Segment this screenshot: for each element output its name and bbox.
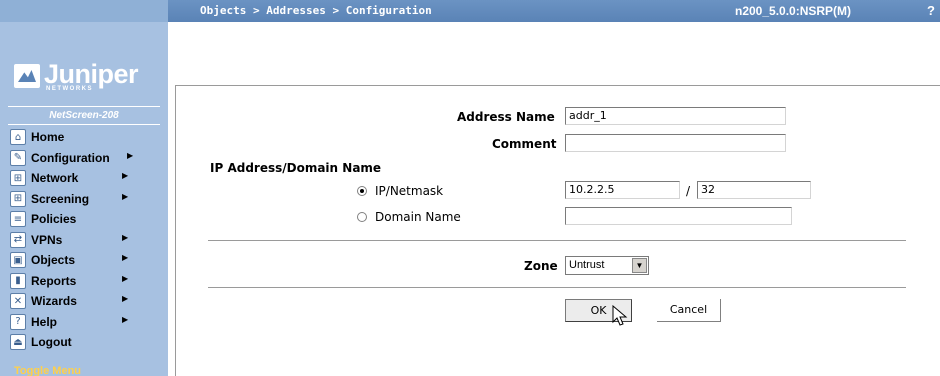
ip-domain-section-label: IP Address/Domain Name xyxy=(210,161,382,175)
sidebar-item-label: Reports xyxy=(31,273,77,288)
policies-icon: ≡ xyxy=(10,211,26,228)
sidebar-item-configuration[interactable]: ✎ Configuration ▶ xyxy=(10,148,160,169)
logout-icon: ⏏ xyxy=(10,334,26,351)
sidebar-item-policies[interactable]: ≡ Policies xyxy=(10,209,160,230)
chevron-right-icon: ▶ xyxy=(122,294,129,303)
sidebar-item-label: Help xyxy=(31,314,58,329)
top-bar-left xyxy=(0,0,168,22)
mouse-pointer-icon xyxy=(612,305,628,326)
ip-address-value: 10.2.2.5 xyxy=(569,183,615,196)
breadcrumb: Objects > Addresses > Configuration xyxy=(200,4,432,17)
sidebar-item-label: Network xyxy=(31,171,79,186)
divider xyxy=(8,124,160,125)
domain-name-input[interactable] xyxy=(565,207,792,225)
address-name-value: addr_1 xyxy=(569,109,607,122)
network-icon: ⊞ xyxy=(10,170,26,187)
netmask-value: 32 xyxy=(701,183,715,196)
domain-name-radio[interactable] xyxy=(357,212,367,222)
sidebar-item-label: Objects xyxy=(31,253,76,268)
help-question-button[interactable]: ? xyxy=(927,3,935,18)
top-bar-main: Objects > Addresses > Configuration n200… xyxy=(168,0,940,22)
sidebar-item-network[interactable]: ⊞ Network ▶ xyxy=(10,168,160,189)
toggle-menu-link[interactable]: Toggle Menu xyxy=(14,365,81,376)
configuration-icon: ✎ xyxy=(10,149,26,166)
screening-icon: ⊞ xyxy=(10,190,26,207)
divider xyxy=(8,106,160,107)
juniper-logo: Juniper NETWORKS xyxy=(14,59,158,96)
address-name-input[interactable]: addr_1 xyxy=(565,107,786,125)
sidebar-item-reports[interactable]: ▮ Reports ▶ xyxy=(10,271,160,292)
divider xyxy=(208,240,906,242)
sidebar-item-label: Policies xyxy=(31,212,77,227)
chevron-down-icon: ▼ xyxy=(632,258,647,273)
version-label: n200_5.0.0:NSRP(M) xyxy=(735,4,852,18)
chevron-right-icon: ▶ xyxy=(122,232,129,242)
sidebar-item-label: Screening xyxy=(31,191,90,206)
comment-input[interactable] xyxy=(565,134,786,152)
wizards-icon: ✕ xyxy=(10,293,26,310)
sidebar: Juniper NETWORKS NetScreen-208 ⌂ Home ✎ … xyxy=(0,22,168,376)
objects-icon: ▣ xyxy=(10,252,26,269)
sidebar-item-help[interactable]: ? Help ▶ xyxy=(10,312,160,333)
netmask-input[interactable]: 32 xyxy=(697,181,811,199)
sidebar-item-label: VPNs xyxy=(31,232,63,247)
divider xyxy=(208,287,906,289)
reports-icon: ▮ xyxy=(10,272,26,289)
vpns-icon: ⇄ xyxy=(10,231,26,248)
sidebar-menu: ⌂ Home ✎ Configuration ▶ ⊞ Network ▶ ⊞ S… xyxy=(10,127,160,353)
sidebar-item-label: Configuration xyxy=(31,150,110,165)
juniper-logo-icon xyxy=(14,64,40,88)
chevron-right-icon: ▶ xyxy=(122,273,129,283)
address-name-label: Address Name xyxy=(457,110,555,124)
sidebar-item-vpns[interactable]: ⇄ VPNs ▶ xyxy=(10,230,160,251)
sidebar-item-logout[interactable]: ⏏ Logout xyxy=(10,332,160,353)
chevron-right-icon: ▶ xyxy=(122,253,129,262)
chevron-right-icon: ▶ xyxy=(122,314,129,324)
ip-address-input[interactable]: 10.2.2.5 xyxy=(565,181,680,199)
chevron-right-icon: ▶ xyxy=(127,150,134,160)
zone-select-value: Untrust xyxy=(569,259,605,271)
device-name: NetScreen-208 xyxy=(49,110,119,121)
sidebar-item-label: Wizards xyxy=(31,294,77,309)
sidebar-item-wizards[interactable]: ✕ Wizards ▶ xyxy=(10,291,160,312)
sidebar-item-label: Logout xyxy=(31,335,72,350)
top-bar: Objects > Addresses > Configuration n200… xyxy=(0,0,940,22)
help-icon: ? xyxy=(10,313,26,330)
ip-netmask-label: IP/Netmask xyxy=(375,184,444,198)
sidebar-item-objects[interactable]: ▣ Objects ▶ xyxy=(10,250,160,271)
sidebar-top xyxy=(0,22,168,56)
zone-label: Zone xyxy=(524,259,558,273)
content-panel xyxy=(175,85,940,376)
netmask-slash: / xyxy=(686,184,691,198)
sidebar-item-home[interactable]: ⌂ Home xyxy=(10,127,160,148)
sidebar-item-screening[interactable]: ⊞ Screening ▶ xyxy=(10,189,160,210)
ip-netmask-radio[interactable] xyxy=(357,186,367,196)
cancel-button[interactable]: Cancel xyxy=(657,299,721,322)
sidebar-item-label: Home xyxy=(31,130,65,145)
zone-select[interactable]: Untrust ▼ xyxy=(565,256,649,275)
logo-subtext: NETWORKS xyxy=(46,86,93,92)
domain-name-label: Domain Name xyxy=(375,210,461,224)
chevron-right-icon: ▶ xyxy=(122,171,129,180)
comment-label: Comment xyxy=(492,137,557,151)
home-icon: ⌂ xyxy=(10,129,26,146)
chevron-right-icon: ▶ xyxy=(122,191,129,201)
